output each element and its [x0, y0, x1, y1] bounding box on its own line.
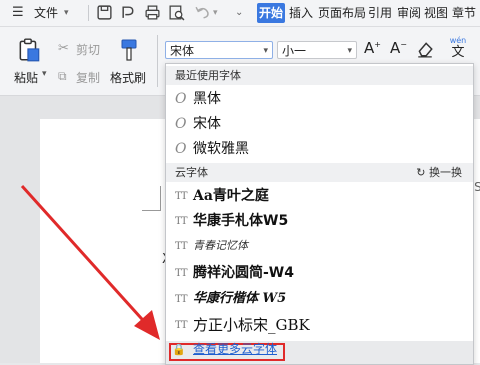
annotation-arrow [20, 184, 160, 340]
